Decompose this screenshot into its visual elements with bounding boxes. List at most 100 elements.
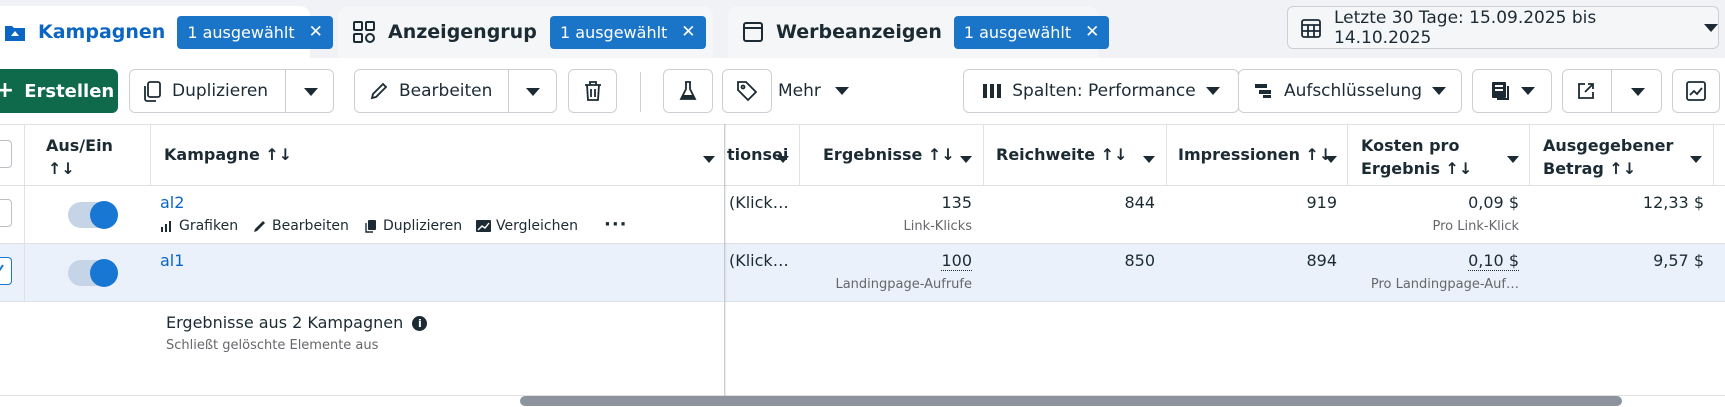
- tab-ad-sets[interactable]: Anzeigengruppe 1 ausgewählt ✕: [338, 6, 713, 58]
- column-divider: [1347, 124, 1348, 185]
- cost-type: Pro Landingpage-Auf…: [1370, 277, 1519, 292]
- badge-label: 1 ausgewählt: [560, 22, 668, 42]
- columns-button[interactable]: Spalten: Performance: [963, 69, 1239, 113]
- create-button[interactable]: + Erstellen: [0, 69, 118, 113]
- campaign-name-link[interactable]: al1: [160, 251, 184, 271]
- info-icon[interactable]: i: [412, 316, 428, 331]
- export-icon: [1576, 81, 1596, 101]
- spent-cell: 9,57 $: [1653, 251, 1704, 270]
- chart-button[interactable]: [1672, 69, 1720, 113]
- results-cell: 100: [810, 251, 972, 271]
- row-border: [0, 301, 1725, 302]
- compare-action[interactable]: Vergleichen: [476, 218, 578, 234]
- impressions-cell: 919: [1306, 193, 1337, 212]
- chevron-down-icon[interactable]: [1690, 156, 1702, 163]
- summary-note: Schließt gelöschte Elemente aus: [166, 338, 379, 353]
- column-header-reach[interactable]: Reichweite ↑↓: [996, 143, 1128, 166]
- close-icon[interactable]: ✕: [309, 22, 323, 42]
- date-range-label: Letzte 30 Tage: 15.09.2025 bis 14.10.202…: [1334, 7, 1597, 48]
- duplicate-icon: [364, 219, 378, 233]
- split-divider: [285, 70, 286, 112]
- header-label: Ausgegebener: [1543, 136, 1674, 155]
- column-header-impressions[interactable]: Impressionen ↑↓: [1178, 143, 1332, 166]
- more-button[interactable]: Mehr: [778, 69, 849, 113]
- chevron-down-icon[interactable]: [960, 156, 972, 163]
- duplicate-action[interactable]: Duplizieren: [364, 218, 462, 234]
- columns-icon: [982, 82, 1002, 100]
- column-header-campaign[interactable]: Kampagne ↑↓: [164, 143, 292, 166]
- close-icon[interactable]: ✕: [1085, 22, 1099, 42]
- toolbar: + Erstellen Duplizieren Bearbeiten Mehr: [0, 60, 1725, 124]
- export-button[interactable]: [1562, 69, 1662, 113]
- chevron-down-icon[interactable]: [777, 156, 789, 163]
- campaign-table: Aus/Ein ↑↓ Kampagne ↑↓ tionseins Ergebni…: [0, 124, 1725, 407]
- column-divider: [983, 124, 984, 185]
- badge-label: 1 ausgewählt: [187, 22, 295, 42]
- selection-badge: 1 ausgewählt ✕: [953, 15, 1110, 49]
- selection-badge: 1 ausgewählt ✕: [177, 15, 333, 49]
- action-label: Bearbeiten: [272, 218, 349, 234]
- date-range-button[interactable]: Letzte 30 Tage: 15.09.2025 bis 14.10.202…: [1287, 6, 1719, 49]
- duplicate-label: Duplizieren: [172, 81, 269, 101]
- campaign-name-link[interactable]: al2: [160, 193, 184, 213]
- charts-action[interactable]: Grafiken: [160, 218, 238, 234]
- row-checkbox[interactable]: [0, 199, 12, 227]
- breakdown-button[interactable]: Aufschlüsselung: [1238, 69, 1462, 113]
- tab-campaigns[interactable]: Kampagnen 1 ausgewählt ✕: [0, 6, 333, 58]
- flask-icon: [678, 80, 698, 102]
- horizontal-scrollbar[interactable]: [520, 396, 1622, 406]
- close-icon[interactable]: ✕: [681, 22, 695, 42]
- test-button[interactable]: [663, 69, 713, 113]
- column-divider: [1713, 124, 1714, 185]
- frozen-column-shadow: [724, 124, 727, 396]
- conversion-cell: (Klick…: [729, 251, 789, 270]
- campaign-toggle[interactable]: [68, 201, 118, 229]
- split-divider: [508, 70, 509, 112]
- chevron-down-icon[interactable]: [304, 88, 318, 96]
- spent-cell: 12,33 $: [1642, 193, 1704, 212]
- calendar-icon: [1300, 17, 1322, 39]
- header-label: Ergebnis ↑↓: [1361, 159, 1473, 178]
- column-divider: [1529, 124, 1530, 185]
- breakdown-label: Aufschlüsselung: [1283, 81, 1423, 101]
- chevron-down-icon: [1521, 87, 1535, 95]
- delete-button[interactable]: [568, 69, 617, 113]
- report-icon: [1489, 80, 1511, 102]
- column-header-cost-per-result[interactable]: Kosten pro Ergebnis ↑↓: [1361, 134, 1472, 180]
- summary-title: Ergebnisse aus 2 Kampagnen i: [166, 313, 428, 333]
- column-header-results[interactable]: Ergebnisse ↑↓: [823, 143, 955, 166]
- duplicate-button[interactable]: Duplizieren: [129, 69, 334, 113]
- chevron-down-icon[interactable]: [526, 88, 540, 96]
- chevron-down-icon[interactable]: [1143, 156, 1155, 163]
- chevron-down-icon[interactable]: [1507, 156, 1519, 163]
- column-header-on-off[interactable]: Aus/Ein ↑↓: [46, 134, 113, 180]
- selection-badge: 1 ausgewählt ✕: [550, 15, 706, 49]
- action-label: Vergleichen: [496, 218, 578, 234]
- tag-button[interactable]: [722, 69, 772, 113]
- more-options-icon[interactable]: ···: [604, 214, 628, 235]
- column-header-amount-spent[interactable]: Ausgegebener Betrag ↑↓: [1543, 134, 1673, 180]
- chevron-down-icon[interactable]: [703, 156, 715, 163]
- column-divider: [150, 124, 151, 185]
- chevron-down-icon[interactable]: [1631, 88, 1645, 96]
- reports-button[interactable]: [1472, 69, 1552, 113]
- cost-value: 0,10 $: [1468, 251, 1519, 271]
- sort-icon: ↑↓: [48, 159, 75, 178]
- edit-button[interactable]: Bearbeiten: [354, 69, 557, 113]
- grid-icon: [352, 20, 376, 44]
- split-divider: [1611, 70, 1612, 112]
- cost-type: Pro Link-Klick: [1432, 219, 1520, 234]
- chevron-down-icon[interactable]: [1325, 156, 1337, 163]
- tab-label: Kampagnen: [38, 21, 166, 43]
- row-checkbox[interactable]: [0, 257, 12, 285]
- chevron-down-icon: [1205, 87, 1220, 95]
- select-all-checkbox[interactable]: [0, 140, 12, 168]
- chevron-down-icon: [1432, 87, 1447, 95]
- edit-label: Bearbeiten: [399, 81, 493, 101]
- tab-ads[interactable]: Werbeanzeigen 1 ausgewählt ✕: [728, 6, 1110, 58]
- summary-label: Ergebnisse aus 2 Kampagnen: [166, 313, 404, 332]
- edit-action[interactable]: Bearbeiten: [253, 218, 349, 234]
- campaign-toggle[interactable]: [68, 259, 118, 287]
- action-label: Grafiken: [179, 218, 239, 234]
- impressions-cell: 894: [1306, 251, 1337, 270]
